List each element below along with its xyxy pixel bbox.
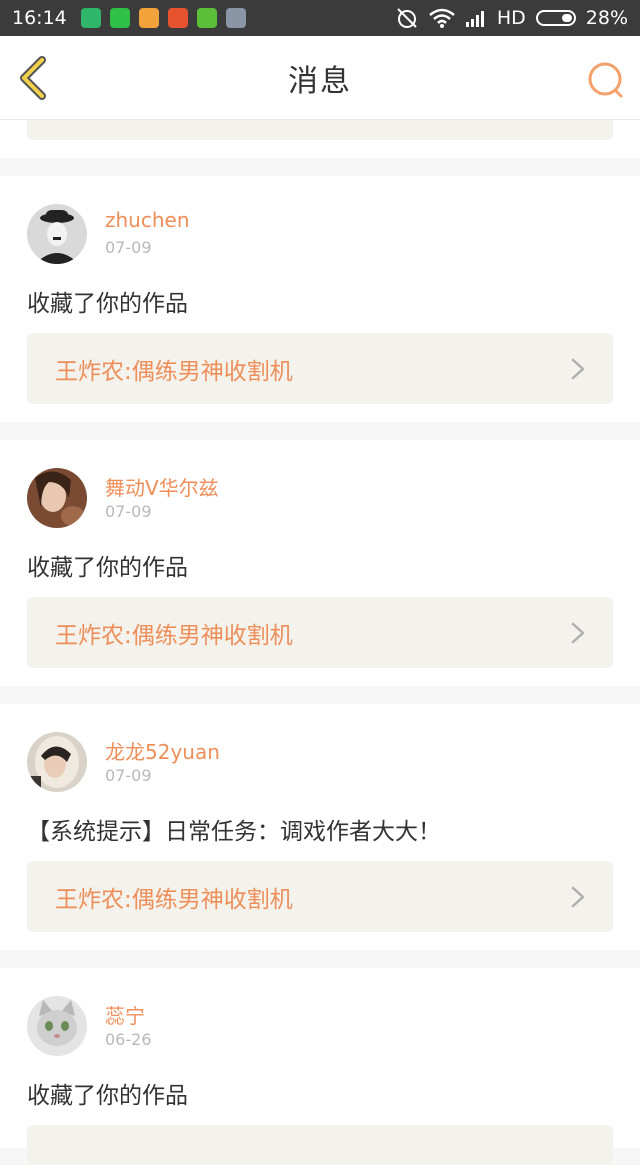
work-link[interactable]: 王炸农:偶练男神收割机 bbox=[27, 861, 613, 932]
work-link-partial[interactable] bbox=[27, 120, 613, 140]
status-time: 16:14 bbox=[12, 7, 67, 29]
wechat-app-icon bbox=[109, 8, 130, 28]
chevron-right-icon bbox=[571, 358, 585, 379]
message-text: 收藏了你的作品 bbox=[27, 1083, 188, 1109]
notes-app-icon bbox=[225, 8, 246, 28]
alarm-off-icon bbox=[397, 8, 417, 28]
status-bar: 16:14 HD 28% bbox=[0, 0, 640, 36]
username[interactable]: 蕊宁 bbox=[105, 1000, 145, 1029]
message-card: 蕊宁 06-26 收藏了你的作品 bbox=[0, 968, 640, 1165]
username[interactable]: zhuchen bbox=[105, 208, 190, 232]
message-text: 收藏了你的作品 bbox=[27, 555, 188, 581]
chevron-right-icon bbox=[571, 886, 585, 907]
app-header: 消息 bbox=[0, 36, 640, 120]
signal-icon bbox=[465, 11, 484, 27]
search-icon[interactable] bbox=[586, 60, 626, 100]
message-card: zhuchen 07-09 收藏了你的作品 王炸农:偶练男神收割机 bbox=[0, 176, 640, 422]
battery-icon bbox=[535, 10, 576, 26]
avatar[interactable] bbox=[27, 204, 87, 264]
work-title: 王炸农:偶练男神收割机 bbox=[55, 886, 293, 913]
message-card: 舞动V华尔兹 07-09 收藏了你的作品 王炸农:偶练男神收割机 bbox=[0, 440, 640, 686]
battery-percent: 28% bbox=[585, 7, 628, 29]
message-text: 【系统提示】日常任务：调戏作者大大！ bbox=[27, 819, 441, 845]
wifi-icon bbox=[429, 8, 455, 28]
message-date: 07-09 bbox=[105, 238, 152, 257]
message-list: zhuchen 07-09 收藏了你的作品 王炸农:偶练男神收割机 舞动V华尔兹… bbox=[0, 120, 640, 1165]
work-title: 王炸农:偶练男神收割机 bbox=[55, 622, 293, 649]
message-text: 收藏了你的作品 bbox=[27, 291, 188, 317]
message-date: 06-26 bbox=[105, 1030, 152, 1049]
back-icon[interactable] bbox=[14, 56, 58, 100]
work-link-partial[interactable] bbox=[27, 1125, 613, 1165]
chaplin-avatar-image bbox=[27, 204, 87, 264]
username[interactable]: 龙龙52yuan bbox=[105, 736, 220, 765]
hooded-avatar-image bbox=[27, 732, 87, 792]
avatar[interactable] bbox=[27, 468, 87, 528]
avatar[interactable] bbox=[27, 732, 87, 792]
avatar[interactable] bbox=[27, 996, 87, 1056]
android-app-icon bbox=[196, 8, 217, 28]
work-title: 王炸农:偶练男神收割机 bbox=[55, 358, 293, 385]
message-card: 龙龙52yuan 07-09 【系统提示】日常任务：调戏作者大大！ 王炸农:偶练… bbox=[0, 704, 640, 950]
network-type: HD bbox=[496, 7, 526, 29]
work-link[interactable]: 王炸农:偶练男神收割机 bbox=[27, 333, 613, 404]
message-date: 07-09 bbox=[105, 766, 152, 785]
girl-avatar-image bbox=[27, 468, 87, 528]
page-title: 消息 bbox=[288, 63, 352, 99]
previous-message-card bbox=[0, 120, 640, 158]
tv-app-icon bbox=[167, 8, 188, 28]
username[interactable]: 舞动V华尔兹 bbox=[105, 472, 219, 501]
weibo-app-icon bbox=[138, 8, 159, 28]
shield-app-icon bbox=[80, 8, 101, 28]
message-date: 07-09 bbox=[105, 502, 152, 521]
chevron-right-icon bbox=[571, 622, 585, 643]
cat-avatar-image bbox=[27, 996, 87, 1056]
work-link[interactable]: 王炸农:偶练男神收割机 bbox=[27, 597, 613, 668]
